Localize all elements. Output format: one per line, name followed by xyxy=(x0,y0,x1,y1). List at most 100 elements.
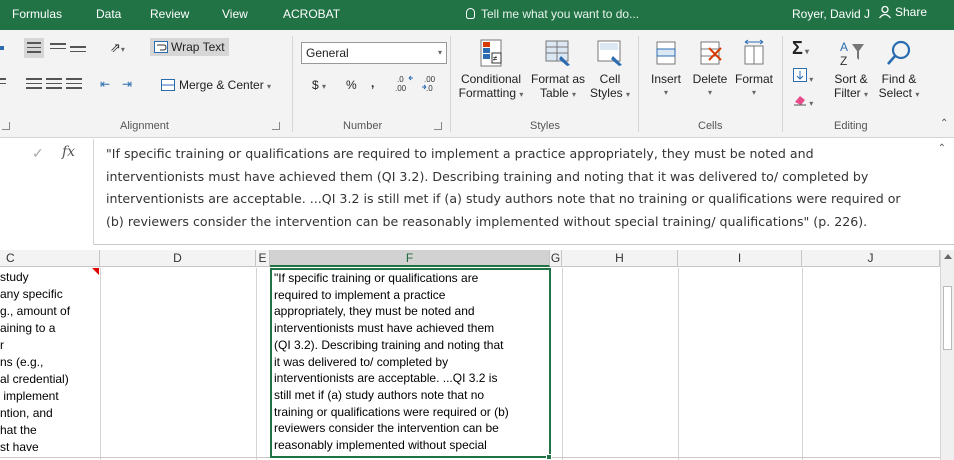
scroll-up-icon[interactable] xyxy=(944,254,952,259)
format-as-table-label-2: Table xyxy=(539,86,569,100)
tab-acrobat[interactable]: ACROBAT xyxy=(283,7,340,21)
format-as-table-button[interactable]: Format as Table ▾ xyxy=(528,38,588,102)
gridline xyxy=(802,268,803,460)
autosum-button[interactable]: Σ ▾ xyxy=(792,38,809,59)
align-middle-icon[interactable] xyxy=(50,43,66,57)
column-header-f[interactable]: F xyxy=(270,250,550,267)
tab-view[interactable]: View xyxy=(222,7,248,21)
cell-c-text-line: ntion, and xyxy=(0,406,53,420)
find-select-button[interactable]: Find & Select ▾ xyxy=(874,38,924,102)
gridline xyxy=(100,268,101,460)
svg-text:.0: .0 xyxy=(426,84,433,92)
delete-button[interactable]: Delete ▾ xyxy=(690,38,730,100)
share-label: Share xyxy=(895,5,928,19)
tell-me-search[interactable]: Tell me what you want to do... xyxy=(466,7,639,21)
insert-function-icon[interactable]: fx xyxy=(62,144,75,160)
gridline xyxy=(678,268,679,460)
font-dialog-launcher[interactable] xyxy=(2,122,10,130)
column-header-i[interactable]: I xyxy=(678,250,802,267)
column-header-c[interactable]: C xyxy=(0,250,100,267)
cell-styles-button[interactable]: Cell Styles ▾ xyxy=(588,38,632,102)
share-button[interactable]: Share xyxy=(878,5,927,19)
format-as-table-icon xyxy=(543,38,573,68)
svg-text:A: A xyxy=(840,40,848,54)
sort-filter-button[interactable]: AZ Sort & Filter ▾ xyxy=(826,38,876,102)
gridline xyxy=(256,268,257,460)
cell-f-text-line: required to implement a practice xyxy=(274,287,446,302)
increase-decimal-icon: .0.00 xyxy=(395,75,413,93)
worksheet-grid[interactable]: study any specific g., amount of aining to … xyxy=(0,268,940,460)
cell-f-text-line: reviewers consider the intervention can … xyxy=(274,421,499,436)
align-text-left2-icon[interactable] xyxy=(26,78,42,92)
check-icon[interactable]: ✓ xyxy=(32,145,44,162)
align-right-icon[interactable] xyxy=(66,78,82,92)
tab-review[interactable]: Review xyxy=(150,7,189,21)
sort-filter-label-2: Filter xyxy=(833,86,861,100)
conditional-formatting-icon: ≠ xyxy=(476,38,506,68)
fill-handle[interactable] xyxy=(546,454,552,460)
scroll-thumb[interactable] xyxy=(943,286,952,350)
cell-c[interactable]: study any specific g., amount of aining to … xyxy=(0,269,100,456)
currency-button[interactable]: $ ▾ xyxy=(312,78,326,92)
cell-f-text-line: (QI 3.2). Describing training and noting… xyxy=(274,337,504,352)
increase-decimal-button[interactable]: .0.00 xyxy=(395,74,415,94)
number-format-select[interactable]: General ▾ xyxy=(301,42,447,64)
increase-indent-icon[interactable]: ⇥ xyxy=(122,77,138,91)
format-as-table-label-1: Format as xyxy=(530,72,585,86)
cell-c-text-line: any specific xyxy=(0,287,63,301)
column-header-g[interactable]: G xyxy=(550,250,562,267)
align-center-icon[interactable] xyxy=(46,78,62,92)
percent-button[interactable]: % xyxy=(346,78,357,92)
wrap-text-button[interactable]: Wrap Text xyxy=(150,38,229,56)
tab-formulas[interactable]: Formulas xyxy=(12,7,62,21)
merge-center-button[interactable]: Merge & Center ▾ xyxy=(161,78,271,92)
insert-button[interactable]: Insert ▾ xyxy=(646,38,686,100)
column-header-h[interactable]: H xyxy=(562,250,678,267)
align-top-icon[interactable] xyxy=(24,38,44,58)
align-left-partial-icon[interactable] xyxy=(0,42,6,56)
tab-data[interactable]: Data xyxy=(96,7,121,21)
column-header-j[interactable]: J xyxy=(802,250,940,267)
cell-f-text-line: still met if (a) study authors note that… xyxy=(274,387,485,402)
svg-text:.00: .00 xyxy=(424,75,436,84)
collapse-formula-bar-icon[interactable]: ⌃ xyxy=(938,143,946,154)
cell-styles-icon xyxy=(595,38,625,68)
cell-c-text-line: al credential) xyxy=(0,372,69,386)
cell-c-text-line: st have xyxy=(0,440,39,454)
format-button[interactable]: Format ▾ xyxy=(732,38,776,100)
formula-input[interactable]: "If specific training or qualifications … xyxy=(106,143,936,233)
decrease-decimal-button[interactable]: .00.0 xyxy=(422,74,442,95)
column-header-e[interactable]: E xyxy=(256,250,270,267)
decrease-decimal-icon: .00.0 xyxy=(422,75,436,93)
sort-filter-label-1: Sort & xyxy=(834,72,868,86)
number-group-label: Number xyxy=(343,120,383,132)
active-cell-f[interactable]: "If specific training or qualifications … xyxy=(270,268,551,458)
decrease-indent-icon[interactable]: ⇤ xyxy=(100,77,116,91)
comment-indicator[interactable] xyxy=(92,268,99,275)
align-bottom-icon[interactable] xyxy=(70,46,86,60)
vertical-scrollbar[interactable] xyxy=(940,250,954,460)
tell-me-label: Tell me what you want to do... xyxy=(481,7,640,21)
user-name[interactable]: Royer, David J xyxy=(792,7,870,21)
magnifier-icon xyxy=(884,38,914,68)
number-dialog-launcher[interactable] xyxy=(434,122,442,130)
ribbon: ⇗▾ Wrap Text ⇤ ⇥ Merge & Center ▾ Alignm… xyxy=(0,30,954,138)
orientation-icon[interactable]: ⇗▾ xyxy=(110,40,125,56)
collapse-ribbon-icon[interactable]: ⌃ xyxy=(940,118,948,129)
format-label: Format xyxy=(734,72,773,86)
conditional-formatting-button[interactable]: ≠ Conditional Formatting ▾ xyxy=(454,38,528,102)
cell-f-text-line: interventionists must have achieved them xyxy=(274,321,495,336)
fill-button[interactable]: ▾ xyxy=(793,68,813,85)
wrap-text-label: Wrap Text xyxy=(171,40,225,54)
merge-center-icon xyxy=(161,79,175,91)
alignment-dialog-launcher[interactable] xyxy=(272,122,280,130)
column-header-d[interactable]: D xyxy=(100,250,256,267)
column-headers: C D E F G H I J xyxy=(0,250,954,267)
clear-button[interactable]: ▾ xyxy=(793,94,813,109)
svg-text:Z: Z xyxy=(840,54,847,68)
svg-text:.0: .0 xyxy=(397,75,404,84)
cell-f-text-line: interventionists are acceptable. ...QI 3… xyxy=(274,371,498,386)
formula-line: interventionists must have achieved them… xyxy=(106,168,869,184)
align-text-left-icon[interactable] xyxy=(0,78,6,92)
comma-button[interactable]: , xyxy=(371,76,374,90)
